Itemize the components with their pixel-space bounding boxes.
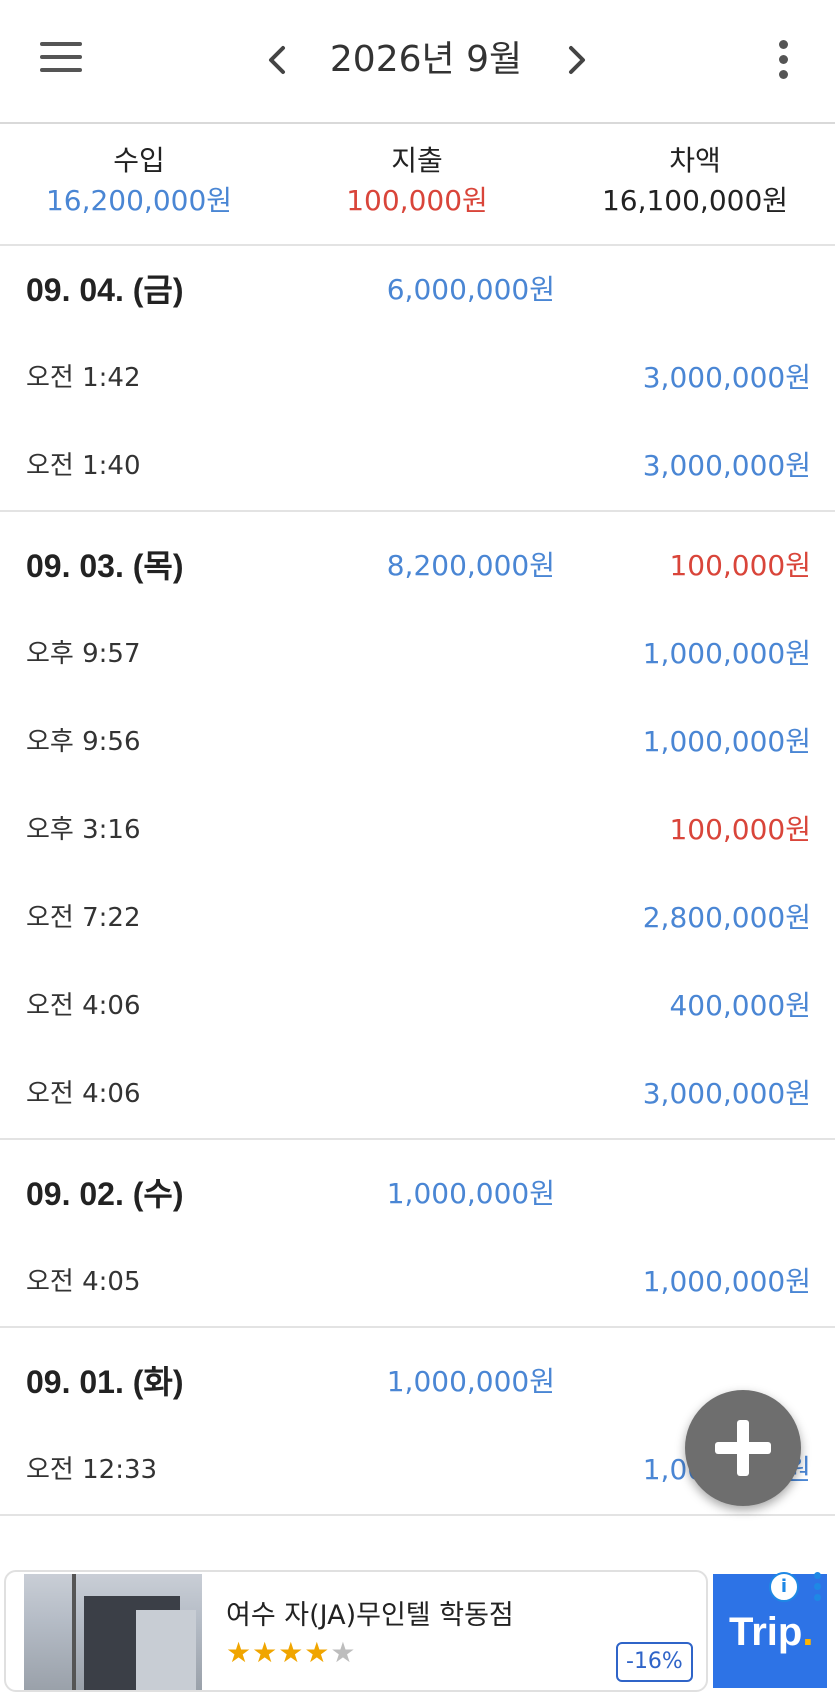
transaction-row[interactable]: 오전 7:22 2,800,000원 — [0, 874, 835, 962]
trip-brand-text: Trip — [729, 1610, 803, 1654]
transaction-time: 오후 3:16 — [26, 815, 141, 845]
transaction-time: 오전 4:06 — [26, 1079, 141, 1109]
transaction-row[interactable]: 오전 1:40 3,000,000원 — [0, 422, 835, 510]
transaction-amount: 3,000,000원 — [642, 449, 811, 482]
day-group: 09. 02. (수) 1,000,000원 오전 4:05 1,000,000… — [0, 1150, 835, 1328]
income-label: 수입 — [113, 144, 165, 177]
day-income: 8,200,000원 — [386, 549, 555, 582]
ad-banner[interactable]: 여수 자(JA)무인텔 학동점 ★★★★★ -16% — [4, 1570, 708, 1692]
ad-hotel-photo — [24, 1574, 202, 1690]
day-header: 09. 03. (목) 8,200,000원 100,000원 — [0, 522, 835, 610]
transaction-amount: 1,000,000원 — [642, 637, 811, 670]
transaction-amount: 400,000원 — [669, 989, 811, 1022]
transaction-time: 오전 12:33 — [26, 1455, 158, 1485]
day-income: 1,000,000원 — [386, 1365, 555, 1398]
ad-rating-stars: ★★★★★ — [226, 1636, 357, 1670]
more-vertical-icon[interactable] — [770, 40, 796, 84]
income-total: 16,200,000원 — [45, 184, 233, 217]
transaction-amount: 2,800,000원 — [642, 901, 811, 934]
chevron-right-icon[interactable] — [556, 40, 596, 80]
day-date: 09. 03. (목) — [26, 548, 184, 584]
transaction-amount: 100,000원 — [669, 813, 811, 846]
transaction-amount: 1,000,000원 — [642, 725, 811, 758]
day-group: 09. 04. (금) 6,000,000원 오전 1:42 3,000,000… — [0, 246, 835, 512]
star-icon: ★★★★ — [226, 1636, 331, 1669]
ad-discount-badge: -16% — [616, 1642, 693, 1682]
transaction-row[interactable]: 오후 9:56 1,000,000원 — [0, 698, 835, 786]
transaction-time: 오전 4:05 — [26, 1267, 141, 1297]
day-date: 09. 04. (금) — [26, 272, 184, 308]
transaction-time: 오전 4:06 — [26, 991, 141, 1021]
day-header: 09. 02. (수) 1,000,000원 — [0, 1150, 835, 1238]
transaction-row[interactable]: 오후 9:57 1,000,000원 — [0, 610, 835, 698]
transaction-row[interactable]: 오전 1:42 3,000,000원 — [0, 334, 835, 422]
transaction-time: 오전 1:40 — [26, 451, 141, 481]
transaction-time: 오전 1:42 — [26, 363, 141, 393]
trip-brand-dot: . — [802, 1610, 814, 1654]
add-transaction-plus-icon[interactable] — [685, 1390, 801, 1506]
day-header: 09. 04. (금) 6,000,000원 — [0, 246, 835, 334]
hamburger-menu-icon[interactable] — [40, 42, 82, 78]
transaction-row[interactable]: 오전 4:06 3,000,000원 — [0, 1050, 835, 1138]
monthly-summary: 수입 16,200,000원 지출 100,000원 차액 16,100,000… — [0, 124, 835, 246]
transaction-amount: 3,000,000원 — [642, 1077, 811, 1110]
transaction-time: 오후 9:56 — [26, 727, 141, 757]
transaction-amount: 1,000,000원 — [642, 1265, 811, 1298]
day-date: 09. 01. (화) — [26, 1364, 184, 1400]
summary-expense: 지출 100,000원 — [278, 142, 556, 222]
ad-info-icon[interactable]: i — [769, 1572, 799, 1602]
expense-total: 100,000원 — [346, 184, 488, 217]
ad-title: 여수 자(JA)무인텔 학동점 — [226, 1600, 514, 1631]
ad-more-icon[interactable] — [812, 1572, 822, 1606]
balance-total: 16,100,000원 — [601, 184, 789, 217]
day-group: 09. 03. (목) 8,200,000원 100,000원 오후 9:57 … — [0, 522, 835, 1140]
top-app-bar: 2026년 9월 — [0, 0, 835, 124]
transaction-row[interactable]: 오전 4:06 400,000원 — [0, 962, 835, 1050]
expense-label: 지출 — [391, 144, 443, 177]
month-title[interactable]: 2026년 9월 — [300, 36, 552, 84]
day-date: 09. 02. (수) — [26, 1176, 184, 1212]
transaction-row[interactable]: 오전 4:05 1,000,000원 — [0, 1238, 835, 1326]
day-expense: 100,000원 — [669, 549, 811, 582]
star-empty-icon: ★ — [330, 1636, 357, 1669]
transaction-time: 오후 9:57 — [26, 639, 141, 669]
transaction-time: 오전 7:22 — [26, 903, 141, 933]
summary-income: 수입 16,200,000원 — [0, 142, 278, 222]
transaction-amount: 3,000,000원 — [642, 361, 811, 394]
transaction-row[interactable]: 오후 3:16 100,000원 — [0, 786, 835, 874]
chevron-left-icon[interactable] — [258, 40, 298, 80]
day-income: 1,000,000원 — [386, 1177, 555, 1210]
summary-balance: 차액 16,100,000원 — [556, 142, 834, 222]
balance-label: 차액 — [669, 144, 721, 177]
day-income: 6,000,000원 — [386, 273, 555, 306]
